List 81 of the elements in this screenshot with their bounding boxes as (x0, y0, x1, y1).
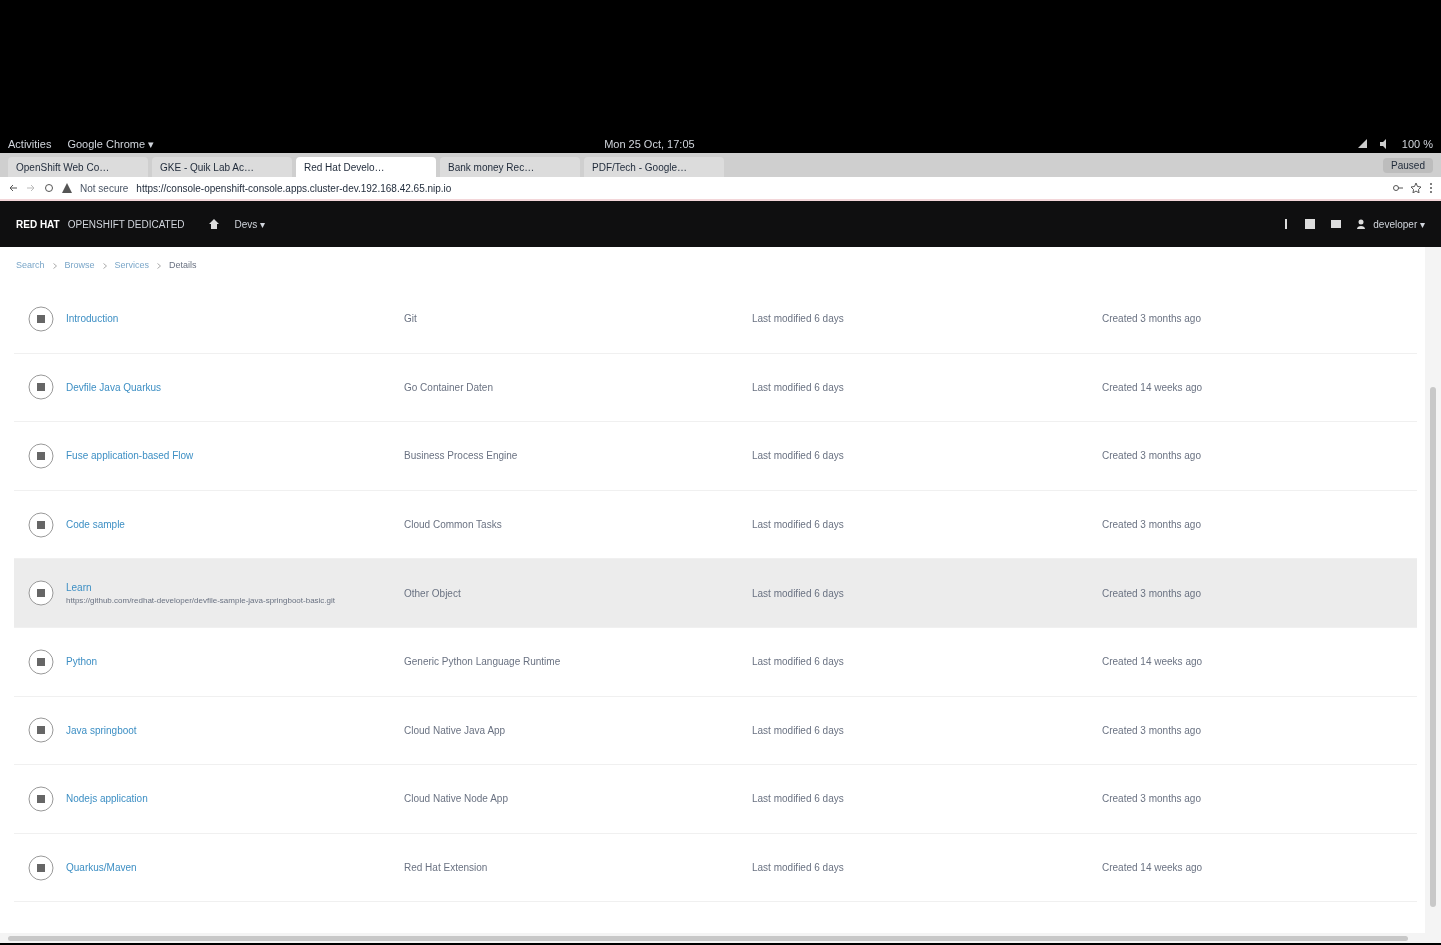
item-description: Cloud Native Java App (404, 723, 507, 738)
reload-icon[interactable] (44, 183, 54, 193)
browser-tab[interactable]: GKE - Quik Lab Ac… (152, 157, 292, 177)
item-icon (28, 511, 54, 538)
star-icon[interactable] (1411, 183, 1421, 193)
item-description: Cloud Native Node App (404, 792, 509, 807)
key-icon[interactable] (1393, 183, 1403, 193)
item-modified: Last modified 6 days (752, 792, 845, 807)
item-icon (28, 854, 54, 881)
user-icon[interactable] (1357, 219, 1366, 229)
list-row[interactable]: Learn https://github.com/redhat-developer/devfile-sample-java-springboot-basic.git Other Object Last modified 6 days Created 3 months ago (14, 559, 1417, 628)
item-description: Generic Python Language Runtime (404, 655, 562, 670)
activities-label[interactable]: Activities (8, 135, 52, 153)
url-text: https://console-openshift-console.apps.cluster-dev.192.168.42.65.nip.io (136, 181, 452, 196)
item-icon (28, 443, 54, 469)
back-icon[interactable] (8, 183, 18, 193)
item-description: Other Object (404, 586, 462, 601)
network-icon[interactable] (1357, 139, 1368, 149)
product-name: OPENSHIFT DEDICATED (67, 217, 185, 232)
item-link[interactable]: Code sample (66, 517, 125, 533)
item-created: Created 14 weeks ago (1102, 861, 1203, 876)
item-modified: Last modified 6 days (752, 518, 845, 533)
scrollbar-thumb[interactable] (1430, 387, 1436, 907)
home-icon[interactable] (208, 219, 219, 229)
horizontal-scrollbar-thumb[interactable] (8, 935, 1408, 941)
item-link[interactable]: Devfile Java Quarkus (66, 379, 162, 395)
item-created: Created 3 months ago (1102, 586, 1201, 601)
item-created: Created 14 weeks ago (1102, 655, 1203, 670)
brand-logo[interactable]: RED HAT (16, 216, 60, 232)
item-modified: Last modified 6 days (752, 380, 845, 395)
browser-tab[interactable]: OpenShift Web Co… (8, 157, 148, 177)
item-created: Created 14 weeks ago (1102, 380, 1203, 395)
item-link[interactable]: Python (66, 654, 98, 670)
item-description: Business Process Engine (404, 449, 519, 464)
item-description: Red Hat Extension (404, 861, 489, 876)
breadcrumb-link[interactable]: Search (16, 259, 45, 273)
perspective-switcher[interactable]: Devs ▾ (234, 216, 266, 232)
item-icon (28, 648, 54, 675)
item-link[interactable]: Fuse application-based Flow (66, 448, 194, 464)
item-link[interactable]: Introduction (66, 311, 119, 327)
item-created: Created 3 months ago (1102, 449, 1201, 464)
item-modified: Last modified 6 days (752, 586, 845, 601)
profile-button[interactable]: Paused (1383, 158, 1433, 173)
item-icon (28, 717, 54, 744)
item-created: Created 3 months ago (1102, 723, 1201, 738)
chevron-right-icon (102, 263, 107, 269)
item-modified: Last modified 6 days (752, 449, 845, 464)
item-created: Created 3 months ago (1102, 312, 1201, 327)
item-modified: Last modified 6 days (752, 312, 845, 327)
item-link[interactable]: Learn (66, 579, 336, 595)
item-created: Created 3 months ago (1102, 792, 1201, 807)
item-icon (28, 785, 54, 812)
item-link[interactable]: Java springboot (66, 722, 137, 738)
item-icon (28, 580, 54, 607)
browser-tab[interactable]: Red Hat Develo… (296, 157, 436, 177)
menu-icon[interactable] (1429, 183, 1433, 193)
chevron-right-icon (157, 263, 162, 269)
item-description: Git (404, 312, 418, 327)
breadcrumb-link[interactable]: Services (114, 259, 150, 273)
item-modified: Last modified 6 days (752, 655, 845, 670)
item-modified: Last modified 6 days (752, 861, 845, 876)
browser-tab[interactable]: Bank money Rec… (440, 157, 580, 177)
breadcrumb-link[interactable]: Details (169, 259, 197, 273)
chevron-right-icon (52, 263, 57, 269)
item-icon (28, 305, 54, 332)
battery-label[interactable]: 100 % (1401, 135, 1433, 153)
security-label: Not secure (80, 181, 129, 196)
warning-icon (62, 183, 72, 193)
item-link[interactable]: Quarkus/Maven (66, 860, 137, 876)
item-url: https://github.com/redhat-developer/devfile-sample-java-springboot-basic.git (66, 594, 336, 607)
item-link[interactable]: Nodejs application (66, 791, 148, 807)
app-menu[interactable]: Google Chrome ▾ (67, 135, 155, 153)
item-created: Created 3 months ago (1102, 518, 1201, 533)
browser-tab[interactable]: PDF/Tech - Google… (584, 157, 724, 177)
item-description: Go Container Daten (404, 380, 494, 395)
clock[interactable]: Mon 25 Oct, 17:05 (604, 135, 695, 153)
item-modified: Last modified 6 days (752, 723, 845, 738)
item-description: Cloud Common Tasks (404, 518, 503, 533)
item-icon (28, 374, 54, 401)
user-menu[interactable]: developer ▾ (1373, 216, 1425, 232)
breadcrumb-link[interactable]: Browse (64, 259, 95, 273)
